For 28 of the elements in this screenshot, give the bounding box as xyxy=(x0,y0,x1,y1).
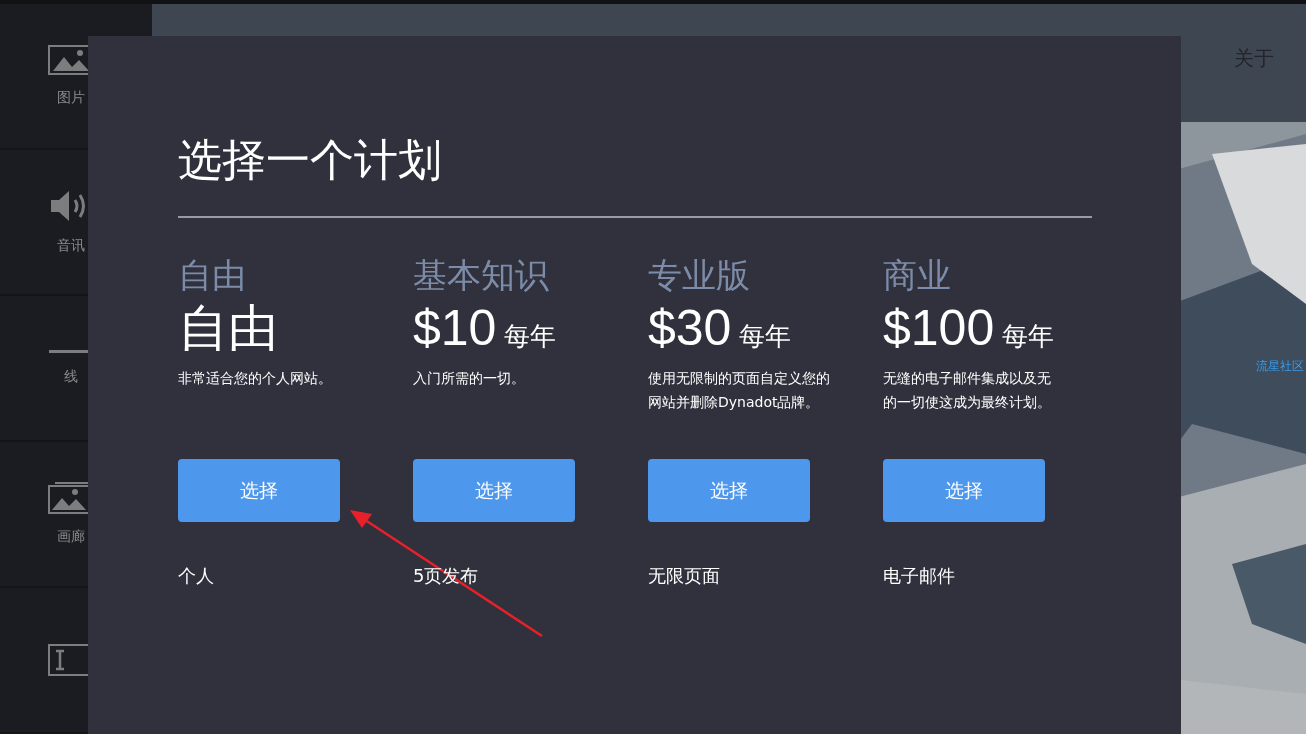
plan-period: 每年 xyxy=(1002,320,1055,353)
plan-name: 基本知识 xyxy=(413,254,550,297)
sidebar-label: 音讯 xyxy=(57,237,85,255)
plan-name: 自由 xyxy=(178,254,247,297)
plan-description: 非常适合您的个人网站。 xyxy=(178,369,333,388)
select-button[interactable]: 选择 xyxy=(178,459,340,522)
select-button[interactable]: 选择 xyxy=(883,459,1045,522)
plan-feature: 电子邮件 xyxy=(883,564,956,588)
plan-period: 每年 xyxy=(504,320,557,353)
sidebar-label: 画廊 xyxy=(57,528,85,546)
plan-name: 专业版 xyxy=(648,254,751,297)
plan-description: 入门所需的一切。 xyxy=(413,369,526,388)
plan-period: 每年 xyxy=(739,320,792,353)
plan-feature: 个人 xyxy=(178,564,215,588)
plan-name: 商业 xyxy=(883,254,952,297)
sidebar-label: 线 xyxy=(64,368,78,386)
plan-description: 使用无限制的页面自定义您的 网站并删除Dynadot品牌。 xyxy=(648,369,831,412)
plan-price: $100 xyxy=(883,299,995,358)
plan-feature: 无限页面 xyxy=(648,564,721,588)
plan-price: 自由 xyxy=(178,299,278,358)
plan-price: $30 xyxy=(648,299,732,358)
sidebar-label: 图片 xyxy=(57,89,85,107)
select-button[interactable]: 选择 xyxy=(413,459,575,522)
community-link[interactable]: 流星社区 xyxy=(1256,358,1304,375)
plan-description: 无缝的电子邮件集成以及无 的一切使这成为最终计划。 xyxy=(883,369,1052,412)
plan-price: $10 xyxy=(413,299,497,358)
select-button[interactable]: 选择 xyxy=(648,459,810,522)
dialog-title: 选择一个计划 xyxy=(178,133,443,187)
